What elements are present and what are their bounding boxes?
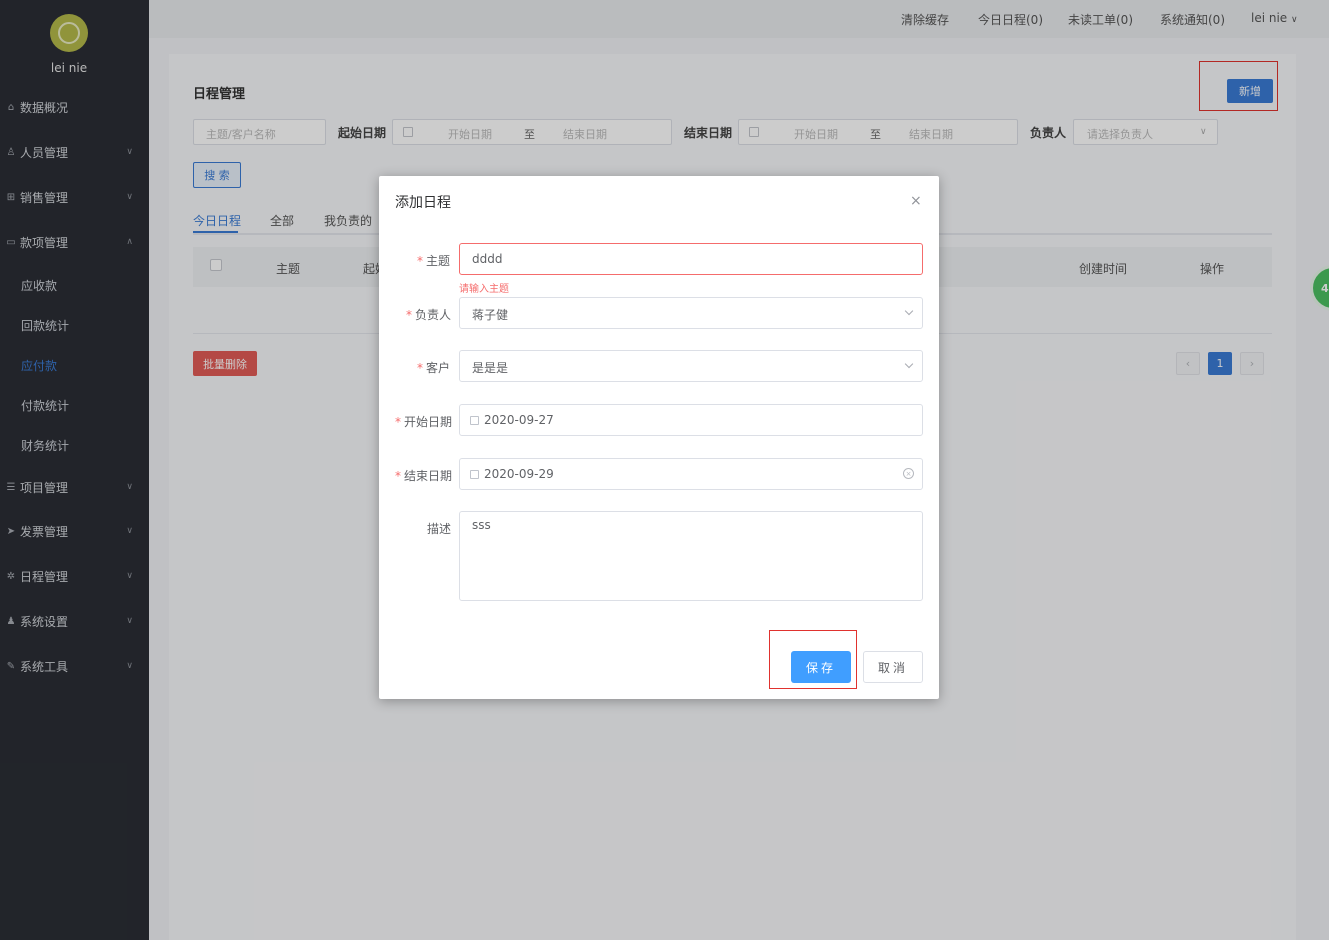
cancel-button[interactable]: 取消 xyxy=(863,651,923,683)
subject-error: 请输入主题 xyxy=(459,284,509,295)
start-date-label: * 开始日期 xyxy=(395,415,453,429)
start-date-label-text: 开始日期 xyxy=(404,415,453,429)
clear-icon[interactable]: × xyxy=(903,468,914,479)
chevron-down-icon xyxy=(904,306,914,316)
subject-label: * 主题 xyxy=(417,254,451,268)
subject-value: dddd xyxy=(472,252,503,266)
end-date-label-text: 结束日期 xyxy=(404,469,453,483)
start-date-value: 2020-09-27 xyxy=(484,413,554,427)
end-date-label: * 结束日期 xyxy=(395,469,453,483)
customer-select[interactable]: 是是是 xyxy=(459,350,923,382)
description-label: 描述 xyxy=(427,522,452,536)
save-button[interactable]: 保存 xyxy=(791,651,851,683)
customer-label-text: 客户 xyxy=(426,361,451,375)
end-date-value: 2020-09-29 xyxy=(484,467,554,481)
add-schedule-dialog: 添加日程 × * 主题 dddd 请输入主题 * 负责人 蒋子健 * 客户 是是是 *… xyxy=(379,176,939,699)
owner-label: * 负责人 xyxy=(406,308,452,322)
customer-label: * 客户 xyxy=(417,361,451,375)
description-value: sss xyxy=(472,518,491,532)
close-icon[interactable]: × xyxy=(910,193,922,209)
end-date-picker[interactable]: 2020-09-29 × xyxy=(459,458,923,490)
calendar-icon xyxy=(470,470,479,479)
owner-select[interactable]: 蒋子健 xyxy=(459,297,923,329)
description-textarea[interactable]: sss xyxy=(459,511,923,601)
dialog-title: 添加日程 xyxy=(395,195,451,211)
chevron-down-icon xyxy=(904,359,914,369)
owner-label-text: 负责人 xyxy=(415,308,452,322)
owner-value: 蒋子健 xyxy=(472,308,509,322)
calendar-icon xyxy=(470,416,479,425)
start-date-picker[interactable]: 2020-09-27 xyxy=(459,404,923,436)
subject-label-text: 主题 xyxy=(426,254,451,268)
subject-input[interactable]: dddd xyxy=(459,243,923,275)
customer-value: 是是是 xyxy=(472,361,509,375)
